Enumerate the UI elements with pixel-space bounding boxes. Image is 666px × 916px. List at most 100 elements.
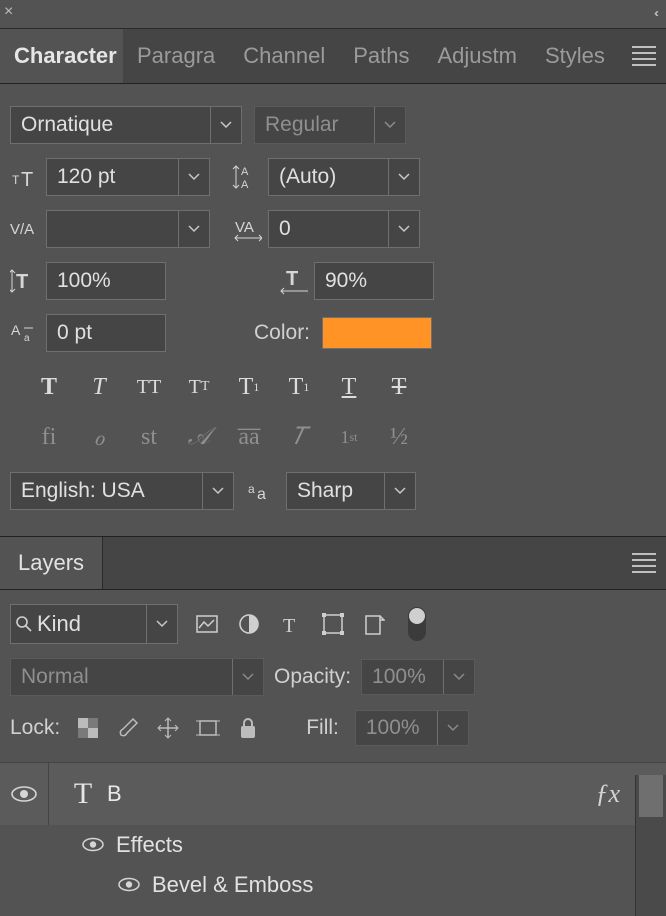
filter-adjustment-icon[interactable] xyxy=(236,611,262,637)
fill-label: Fill: xyxy=(306,716,339,740)
layers-panel-tabs: Layers xyxy=(0,536,666,590)
font-size-select[interactable]: 120 pt xyxy=(46,158,210,196)
chevron-down-icon xyxy=(178,159,209,195)
swash-button[interactable]: ℴ xyxy=(84,422,114,452)
chevron-down-icon xyxy=(210,107,241,143)
layers-scrollbar[interactable] xyxy=(635,775,666,916)
lock-brush-icon[interactable] xyxy=(116,716,140,740)
opacity-value: 100% xyxy=(362,665,443,689)
svg-text:T: T xyxy=(16,271,28,293)
titling-alt-button[interactable]: 𝒜 xyxy=(184,422,214,452)
strikethrough-button[interactable]: T xyxy=(384,372,414,402)
kerning-select[interactable] xyxy=(46,210,210,248)
tab-layers[interactable]: Layers xyxy=(0,537,103,589)
effect-name: Bevel & Emboss xyxy=(152,872,313,898)
lock-artboard-icon[interactable] xyxy=(196,716,220,740)
baseline-shift-icon: Aa xyxy=(10,321,40,345)
layer-filter-value: Kind xyxy=(37,611,146,637)
filter-smart-icon[interactable] xyxy=(362,611,388,637)
tab-channels[interactable]: Channel xyxy=(229,29,339,83)
vscale-input[interactable]: 100% xyxy=(46,262,166,300)
font-size-icon: TT xyxy=(10,166,40,188)
hscale-icon: T xyxy=(278,267,308,295)
opacity-select[interactable]: 100% xyxy=(361,659,475,695)
smallcaps-button[interactable]: TT xyxy=(184,372,214,402)
close-icon[interactable]: × xyxy=(4,4,13,20)
fill-select[interactable]: 100% xyxy=(355,710,469,746)
tracking-icon: VA xyxy=(232,216,262,242)
stylistic-alt-button[interactable]: st xyxy=(134,422,164,452)
filter-toggle-switch[interactable] xyxy=(408,607,426,641)
kerning-icon: V/A xyxy=(10,218,40,240)
layers-panel-menu-icon[interactable] xyxy=(632,553,656,573)
subscript-button[interactable]: T1 xyxy=(284,372,314,402)
vscale-icon: T xyxy=(10,268,40,294)
superscript-button[interactable]: T1 xyxy=(234,372,264,402)
svg-text:T: T xyxy=(286,268,298,290)
layer-row-type[interactable]: T B ƒx xyxy=(0,762,666,825)
svg-text:T: T xyxy=(12,173,20,187)
chevron-down-icon xyxy=(374,107,405,143)
font-family-select[interactable]: Ornatique xyxy=(10,106,242,144)
antialias-value: Sharp xyxy=(287,479,384,503)
svg-text:a: a xyxy=(24,333,30,344)
text-color-swatch[interactable] xyxy=(322,317,432,349)
svg-text:a: a xyxy=(248,482,255,496)
leading-select[interactable]: (Auto) xyxy=(268,158,420,196)
svg-text:A: A xyxy=(241,179,249,190)
layer-filter-select[interactable]: Kind xyxy=(10,604,178,644)
font-size-value: 120 pt xyxy=(47,165,178,189)
type-style-buttons: T T TT TT T1 T1 T T xyxy=(10,366,656,416)
scrollbar-thumb[interactable] xyxy=(639,775,663,817)
tracking-value: 0 xyxy=(269,217,388,241)
ligatures-button[interactable]: fi xyxy=(34,422,64,452)
leading-value: (Auto) xyxy=(269,165,388,189)
hscale-input[interactable]: 90% xyxy=(314,262,434,300)
baseline-input[interactable]: 0 pt xyxy=(46,314,166,352)
layer-name[interactable]: B xyxy=(107,781,122,807)
bold-button[interactable]: T xyxy=(34,372,64,402)
underline-button[interactable]: T xyxy=(334,372,364,402)
svg-text:T: T xyxy=(283,615,295,634)
tab-adjustments[interactable]: Adjustm xyxy=(424,29,531,83)
ordinals-button[interactable]: 1st xyxy=(334,422,364,452)
filter-pixel-icon[interactable] xyxy=(194,611,220,637)
effect-row-bevel[interactable]: Bevel & Emboss xyxy=(0,865,666,905)
panel-menu-icon[interactable] xyxy=(632,46,656,66)
visibility-toggle-icon[interactable] xyxy=(118,872,142,898)
allcaps-button[interactable]: TT xyxy=(134,372,164,402)
collapse-chevrons-icon[interactable]: ‹‹ xyxy=(654,6,656,20)
opacity-label: Opacity: xyxy=(274,665,351,689)
contextual-alt-button[interactable]: a̅a̅ xyxy=(234,422,264,452)
lock-all-icon[interactable] xyxy=(236,716,260,740)
language-value: English: USA xyxy=(11,479,202,503)
chevron-down-icon xyxy=(178,211,209,247)
font-style-value: Regular xyxy=(255,113,374,137)
panel-tabs: Character Paragra Channel Paths Adjustm … xyxy=(0,29,666,84)
italic-button[interactable]: T xyxy=(84,372,114,402)
visibility-toggle-icon[interactable] xyxy=(82,832,106,858)
tab-paths[interactable]: Paths xyxy=(339,29,423,83)
visibility-toggle-icon[interactable] xyxy=(0,785,48,803)
filter-shape-icon[interactable] xyxy=(320,611,346,637)
font-style-select[interactable]: Regular xyxy=(254,106,406,144)
language-select[interactable]: English: USA xyxy=(10,472,234,510)
svg-text:A: A xyxy=(11,322,21,338)
lock-transparency-icon[interactable] xyxy=(76,716,100,740)
blend-mode-select[interactable]: Normal xyxy=(10,658,264,696)
filter-type-icon[interactable]: T xyxy=(278,611,304,637)
tab-styles[interactable]: Styles xyxy=(531,29,619,83)
lock-position-icon[interactable] xyxy=(156,716,180,740)
fx-badge-icon[interactable]: ƒx xyxy=(595,779,620,809)
chevron-down-icon xyxy=(202,473,233,509)
tab-paragraph[interactable]: Paragra xyxy=(123,29,229,83)
effects-header-row[interactable]: Effects xyxy=(0,825,666,865)
type-layer-icon: T xyxy=(69,776,97,812)
svg-text:T: T xyxy=(21,169,33,188)
tab-character[interactable]: Character xyxy=(0,29,123,83)
tracking-select[interactable]: 0 xyxy=(268,210,420,248)
antialias-select[interactable]: Sharp xyxy=(286,472,416,510)
discretionary-lig-button[interactable]: 𝑇 xyxy=(284,422,314,452)
fractions-button[interactable]: ½ xyxy=(384,422,414,452)
chevron-down-icon xyxy=(146,605,177,643)
